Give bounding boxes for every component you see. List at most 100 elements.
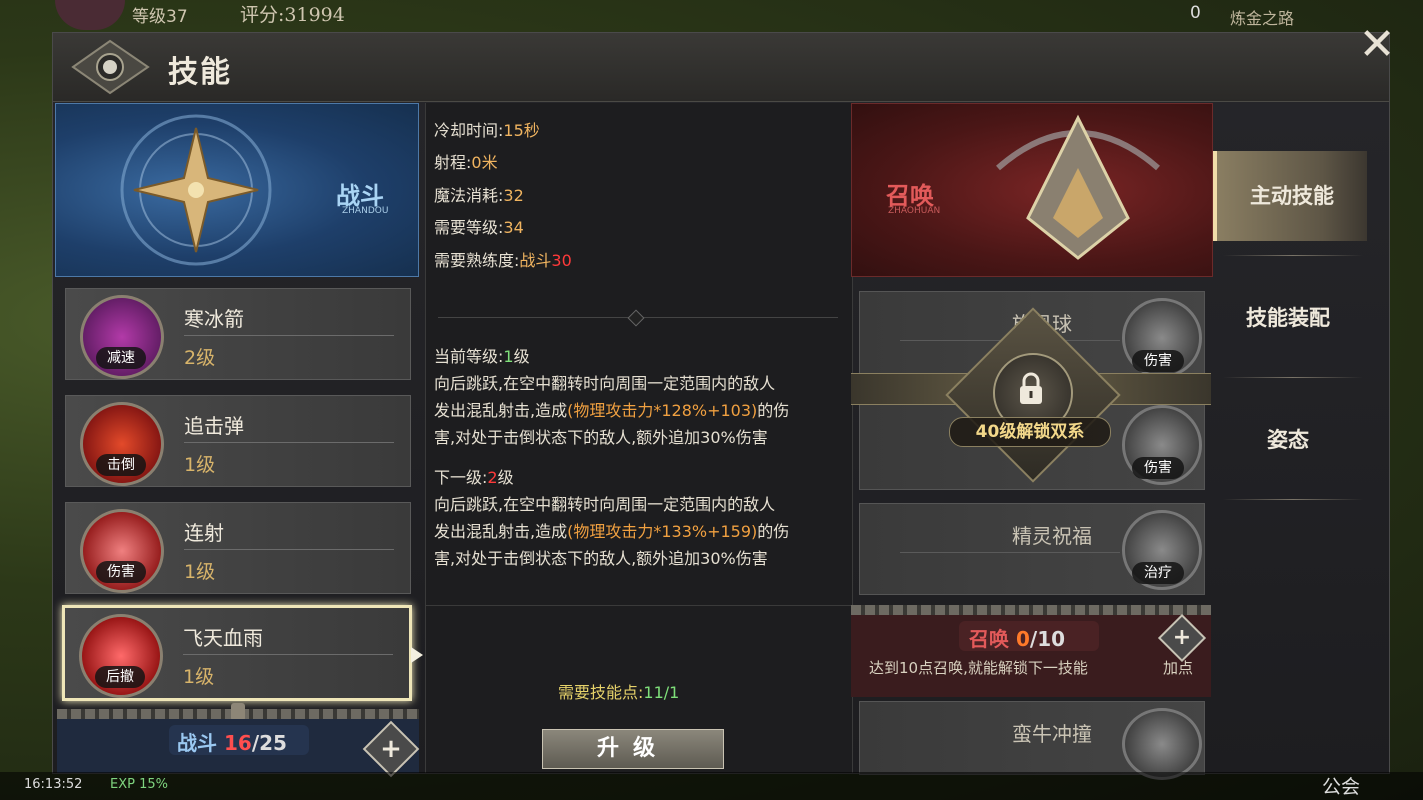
required-points: 需要技能点:11/1 — [558, 679, 679, 703]
range-row: 射程:0米 — [434, 149, 498, 173]
selection-arrow-icon — [411, 647, 423, 663]
bull-charge-icon — [1122, 708, 1202, 780]
divider — [1223, 499, 1363, 500]
next-desc-line: 害,对处于击倒状态下的敌人,额外追加30%伤害 — [434, 549, 768, 568]
divider — [1223, 377, 1363, 378]
tab-bar: 主动技能 技能装配 姿态 — [1213, 103, 1389, 773]
tab-active-skills[interactable]: 主动技能 — [1213, 151, 1367, 241]
skill-tag: 治疗 — [1132, 562, 1184, 584]
divider — [900, 552, 1120, 553]
summon-school-card[interactable]: 召唤 ZHAOHUAN — [851, 103, 1213, 277]
current-level-label: 当前等级: — [434, 347, 504, 366]
skill-item-flying-blood-rain[interactable]: 后撤 飞天血雨 1级 — [62, 605, 412, 701]
skill-item-bull-charge[interactable]: 蛮牛冲撞 — [859, 701, 1205, 780]
summon-progress-total: /10 — [1029, 627, 1066, 651]
player-score: 评分:31994 — [240, 4, 345, 26]
next-level-block: 下一级:2级 向后跳跃,在空中翻转时向周围一定范围内的敌人 发出混乱射击,造成(… — [434, 464, 844, 572]
combat-progress: 战斗 16/25 — [169, 725, 309, 755]
current-damage-formula: (物理攻击力*128%+103) — [567, 401, 758, 420]
title-bar: 技能 ✕ — [53, 21, 1395, 102]
skill-item-spirit-blessing[interactable]: 精灵祝福 治疗 — [859, 503, 1205, 595]
next-desc-text: 的伤 — [757, 522, 790, 541]
bottom-hud — [0, 772, 1423, 800]
current-desc-line: 害,对处于击倒状态下的敌人,额外追加30%伤害 — [434, 428, 768, 447]
chain-divider — [851, 605, 1211, 615]
skill-details: 冷却时间:15秒 射程:0米 魔法消耗:32 需要等级:34 需要熟练度:战斗3… — [425, 103, 853, 773]
description-scroll[interactable]: 当前等级:1级 向后跳跃,在空中翻转时向周围一定范围内的敌人 发出混乱射击,造成… — [426, 343, 852, 606]
range-label: 射程: — [434, 153, 472, 172]
tab-label: 技能装配 — [1246, 306, 1330, 330]
player-avatar[interactable] — [55, 0, 125, 30]
skill-name: 寒冰箭 — [184, 307, 244, 331]
cooldown-row: 冷却时间:15秒 — [434, 117, 540, 141]
current-desc-text: 发出混乱射击,造成 — [434, 401, 568, 420]
alchemy-link[interactable]: 炼金之路 — [1230, 5, 1294, 29]
cooldown-value: 15秒 — [503, 121, 540, 140]
divider-ornament — [627, 309, 645, 327]
skill-level: 1级 — [184, 454, 216, 476]
skill-level: 1级 — [183, 666, 215, 688]
range-value: 0米 — [471, 153, 498, 172]
skill-tag: 伤害 — [1132, 350, 1184, 372]
skill-tag: 伤害 — [1132, 457, 1184, 479]
summon-hint: 达到10点召唤,就能解锁下一技能 — [869, 659, 1088, 677]
cooldown-label: 冷却时间: — [434, 121, 504, 140]
skill-name: 追击弹 — [184, 414, 244, 438]
divider — [1223, 255, 1363, 256]
required-points-value: 11/1 — [643, 683, 680, 702]
mana-label: 魔法消耗: — [434, 186, 504, 205]
mana-row: 魔法消耗:32 — [434, 182, 524, 206]
next-damage-formula: (物理攻击力*133%+159) — [567, 522, 758, 541]
combat-school-card[interactable]: 战斗 ZHANDOU — [55, 103, 419, 277]
next-desc-line: 向后跳跃,在空中翻转时向周围一定范围内的敌人 — [434, 495, 776, 514]
lock-icon — [1020, 372, 1042, 404]
plus-icon: + — [1172, 625, 1192, 650]
skill-name: 精灵祝福 — [1012, 524, 1092, 548]
divider — [184, 549, 394, 550]
required-points-label: 需要技能点: — [558, 683, 644, 702]
close-icon[interactable]: ✕ — [1353, 21, 1401, 69]
combat-progress-label: 战斗 — [177, 731, 224, 755]
divider — [184, 335, 394, 336]
summon-progress-current: 0 — [1015, 627, 1030, 651]
req-prof-school: 战斗 — [519, 251, 552, 270]
tab-skill-loadout[interactable]: 技能装配 — [1213, 273, 1363, 363]
skill-item-ice-arrow[interactable]: 减速 寒冰箭 2级 — [65, 288, 411, 380]
skill-tag: 减速 — [96, 347, 146, 369]
summon-progress-label: 召唤 — [969, 627, 1016, 651]
combat-emblem-icon — [120, 114, 272, 266]
skill-level: 1级 — [184, 561, 216, 583]
skill-tag: 伤害 — [96, 561, 146, 583]
add-point-label: 加点 — [1163, 659, 1194, 677]
skill-name: 连射 — [184, 521, 224, 545]
tab-stance[interactable]: 姿态 — [1213, 395, 1363, 485]
tab-label: 主动技能 — [1250, 184, 1334, 208]
next-desc-text: 发出混乱射击,造成 — [434, 522, 568, 541]
add-summon-point-button[interactable]: + — [1157, 613, 1207, 663]
divider — [183, 654, 393, 655]
currency-count: 0 — [1190, 3, 1201, 23]
exp-indicator: EXP 15% — [110, 777, 168, 792]
player-level: 等级37 — [132, 7, 188, 27]
req-prof-row: 需要熟练度:战斗30 — [434, 247, 572, 271]
clock: 16:13:52 — [24, 777, 83, 792]
plus-icon: + — [380, 734, 402, 764]
page-title: 技能 — [168, 55, 232, 90]
req-level-row: 需要等级:34 — [434, 214, 524, 238]
skill-item-chase-shot[interactable]: 击倒 追击弹 1级 — [65, 395, 411, 487]
summon-points-box: 召唤 0/10 达到10点召唤,就能解锁下一技能 + 加点 — [851, 613, 1211, 697]
current-desc-text: 的伤 — [757, 401, 790, 420]
summon-progress: 召唤 0/10 — [959, 621, 1099, 651]
skill-item-rapid-fire[interactable]: 伤害 连射 1级 — [65, 502, 411, 594]
tab-label: 姿态 — [1267, 428, 1309, 452]
req-level-label: 需要等级: — [434, 218, 504, 237]
skill-name: 飞天血雨 — [183, 626, 263, 650]
current-level-value: 1 — [503, 347, 514, 366]
mana-value: 32 — [503, 186, 524, 205]
current-desc-line: 向后跳跃,在空中翻转时向周围一定范围内的敌人 — [434, 374, 776, 393]
skill-name: 蛮牛冲撞 — [1012, 722, 1092, 746]
upgrade-button[interactable]: 升级 — [542, 729, 724, 769]
combat-progress-total: /25 — [251, 731, 287, 755]
current-level-block: 当前等级:1级 向后跳跃,在空中翻转时向周围一定范围内的敌人 发出混乱射击,造成… — [434, 343, 844, 451]
guild-button[interactable]: 公会 — [1322, 772, 1360, 799]
